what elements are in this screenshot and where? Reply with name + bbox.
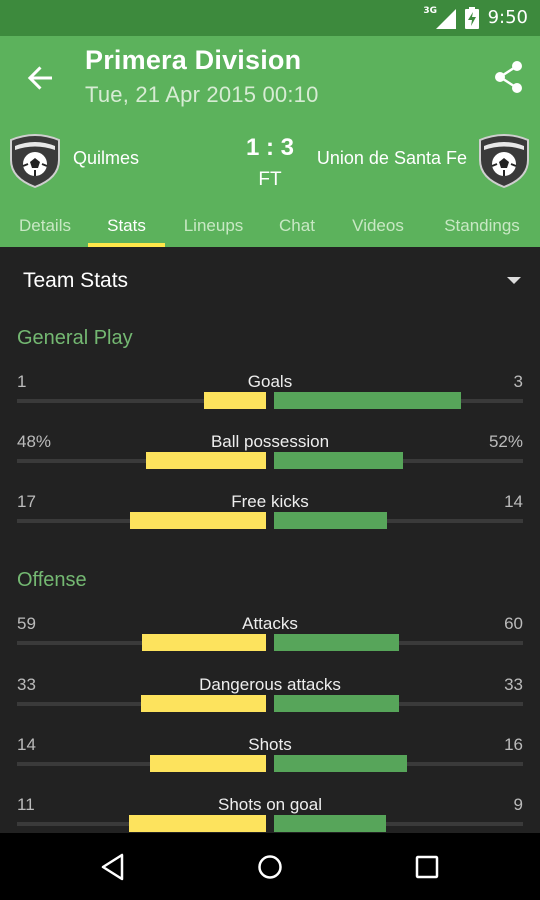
home-bar bbox=[150, 755, 266, 772]
stat-row-shots-on-goal: 11 Shots on goal 9 bbox=[0, 795, 540, 833]
battery-icon bbox=[465, 7, 479, 29]
tab-label: Lineups bbox=[183, 216, 244, 235]
status-bar: 3G 9:50 bbox=[0, 0, 540, 36]
stat-name: Dangerous attacks bbox=[199, 675, 341, 694]
stat-name: Shots on goal bbox=[218, 795, 322, 814]
away-bar bbox=[274, 634, 399, 651]
stat-row-dangerous-attacks: 33 Dangerous attacks 33 bbox=[0, 675, 540, 725]
away-team-name[interactable]: Union de Santa Fe bbox=[317, 148, 467, 169]
stat-name: Goals bbox=[247, 372, 293, 391]
away-value: 33 bbox=[504, 675, 523, 694]
stats-content[interactable]: Team Stats General Play 1 Goals 3 48% Ba… bbox=[0, 247, 540, 833]
stat-row-goals: 1 Goals 3 bbox=[0, 372, 540, 422]
stat-name: Attacks bbox=[242, 614, 298, 633]
away-value: 9 bbox=[513, 795, 523, 814]
stat-name: Shots bbox=[248, 735, 292, 754]
home-bar bbox=[146, 452, 266, 469]
away-bar bbox=[274, 392, 461, 409]
stat-name: Free kicks bbox=[231, 492, 309, 511]
away-value: 52% bbox=[488, 432, 523, 451]
away-value: 14 bbox=[504, 492, 523, 511]
page-title: Primera Division bbox=[85, 45, 302, 75]
stat-name: Ball possession bbox=[210, 432, 330, 451]
nav-back-icon[interactable] bbox=[98, 852, 128, 882]
tab-standings[interactable]: Standings bbox=[434, 200, 530, 247]
group-title-offense: Offense bbox=[17, 569, 87, 591]
away-value: 60 bbox=[504, 614, 523, 633]
dropdown-arrow-icon bbox=[507, 277, 521, 284]
match-header: Primera Division Tue, 21 Apr 2015 00:10 … bbox=[0, 36, 540, 247]
share-icon[interactable] bbox=[493, 59, 525, 95]
system-navigation-bar bbox=[0, 833, 540, 900]
tab-chat[interactable]: Chat bbox=[262, 200, 332, 247]
arrow-back-icon[interactable] bbox=[22, 60, 58, 96]
section-title: Team Stats bbox=[23, 269, 129, 292]
tab-label: Videos bbox=[352, 216, 404, 235]
match-tabs: Details Stats Lineups Chat Videos Standi… bbox=[0, 200, 540, 247]
nav-home-icon[interactable] bbox=[255, 852, 285, 882]
stat-row-attacks: 59 Attacks 60 bbox=[0, 614, 540, 664]
tab-details[interactable]: Details bbox=[8, 200, 82, 247]
tab-label: Chat bbox=[279, 216, 315, 235]
home-bar bbox=[130, 512, 266, 529]
network-type: 3G bbox=[423, 6, 437, 16]
away-bar bbox=[274, 512, 387, 529]
away-value: 3 bbox=[513, 372, 523, 391]
away-bar bbox=[274, 815, 386, 832]
home-bar bbox=[129, 815, 266, 832]
away-bar bbox=[274, 452, 403, 469]
nav-recents-icon[interactable] bbox=[412, 852, 442, 882]
home-bar bbox=[142, 634, 266, 651]
signal-icon bbox=[436, 9, 456, 29]
team-stats-dropdown[interactable]: Team Stats bbox=[0, 247, 540, 317]
away-value: 16 bbox=[504, 735, 523, 754]
stat-row-ball-possession: 48% Ball possession 52% bbox=[0, 432, 540, 482]
tab-label: Stats bbox=[107, 216, 146, 235]
tab-label: Details bbox=[19, 216, 71, 235]
match-date: Tue, 21 Apr 2015 00:10 bbox=[85, 82, 319, 107]
match-status: FT bbox=[258, 169, 282, 190]
home-bar bbox=[204, 392, 266, 409]
tab-stats[interactable]: Stats bbox=[88, 200, 165, 247]
tab-label: Standings bbox=[444, 216, 520, 235]
stat-row-shots: 14 Shots 16 bbox=[0, 735, 540, 785]
away-bar bbox=[274, 695, 399, 712]
status-time: 9:50 bbox=[487, 7, 528, 28]
tab-lineups[interactable]: Lineups bbox=[175, 200, 252, 247]
home-bar bbox=[141, 695, 266, 712]
away-bar bbox=[274, 755, 407, 772]
group-title-general-play: General Play bbox=[17, 327, 133, 349]
tab-videos[interactable]: Videos bbox=[342, 200, 414, 247]
away-team-crest-icon[interactable] bbox=[478, 134, 530, 188]
stat-row-free-kicks: 17 Free kicks 14 bbox=[0, 492, 540, 542]
